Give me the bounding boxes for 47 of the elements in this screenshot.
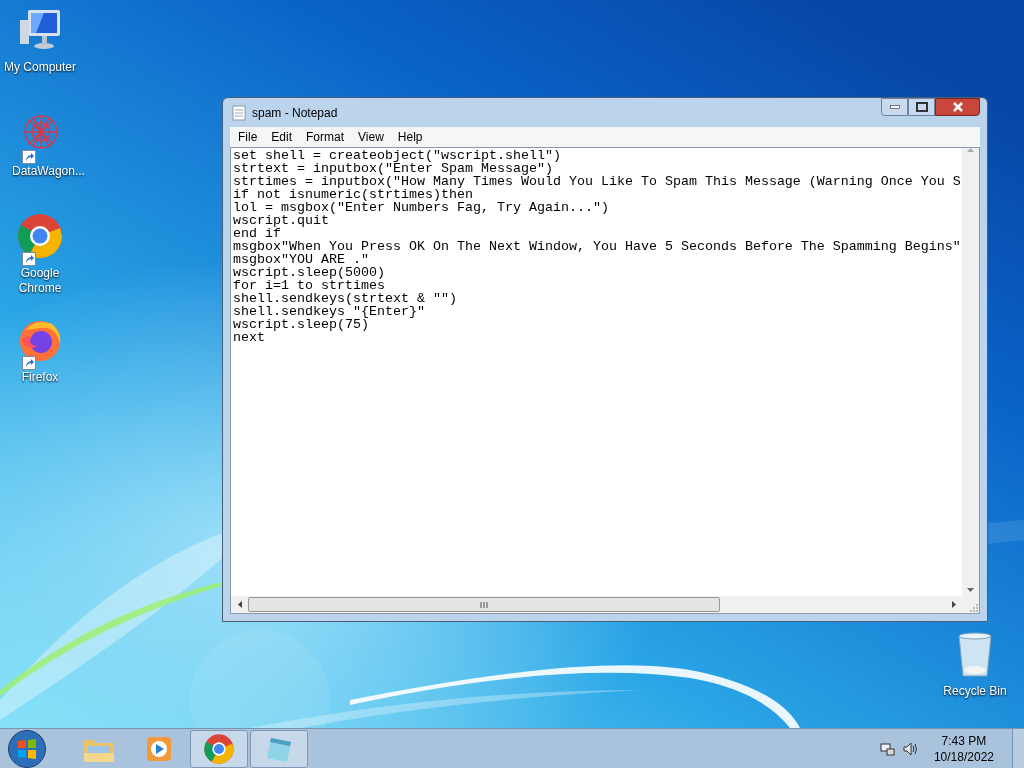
minimize-icon bbox=[889, 105, 900, 109]
taskbar-button[interactable] bbox=[250, 729, 308, 768]
code-line: msgbox"When You Press OK On The Next Window, You Have 5 Seconds Before The Spamming Begins" bbox=[233, 240, 962, 253]
menu-item[interactable]: Edit bbox=[264, 128, 300, 146]
code-line: wscript.sleep(5000) bbox=[233, 266, 386, 279]
minimize-button[interactable] bbox=[881, 98, 908, 116]
code-line: strtimes = inputbox("How Many Times Would You Like To Spam This Message (Warning Once You S bbox=[233, 175, 962, 188]
code-line: shell.sendkeys "{Enter}" bbox=[233, 305, 426, 318]
taskbar-button[interactable] bbox=[190, 729, 248, 768]
right-arrow-icon[interactable] bbox=[951, 601, 956, 608]
menu-item[interactable]: Help bbox=[390, 128, 430, 146]
menu-item[interactable]: View bbox=[351, 128, 391, 146]
down-arrow-icon bbox=[967, 588, 974, 592]
window-title: spam - Notepad bbox=[252, 104, 338, 122]
menu-item[interactable]: File bbox=[231, 128, 265, 146]
left-arrow-icon[interactable] bbox=[237, 601, 242, 608]
code-line: if not isnumeric(strtimes)then bbox=[233, 188, 474, 201]
scrollbar-thumb[interactable] bbox=[248, 597, 720, 612]
maximize-icon bbox=[915, 102, 928, 112]
clock-time[interactable]: 7:43 PM bbox=[941, 732, 987, 749]
code-line: wscript.quit bbox=[233, 214, 329, 227]
horizontal-scrollbar[interactable] bbox=[231, 596, 979, 613]
menu-item[interactable]: Format bbox=[299, 128, 352, 146]
network-icon[interactable] bbox=[879, 740, 896, 757]
volume-icon[interactable] bbox=[901, 740, 918, 757]
code-line: msgbox"YOU ARE ." bbox=[233, 253, 369, 266]
code-line: next bbox=[233, 331, 265, 344]
clock-date[interactable]: 10/18/2022 bbox=[933, 748, 994, 765]
code-line: strtext = inputbox("Enter Spam Message") bbox=[233, 162, 553, 175]
chrome-icon bbox=[16, 212, 64, 260]
code-line: end if bbox=[233, 227, 281, 240]
maximize-button[interactable] bbox=[908, 98, 935, 116]
close-button[interactable] bbox=[935, 98, 980, 116]
notepad-icon bbox=[232, 104, 246, 121]
chrome-icon bbox=[203, 732, 235, 765]
code-line: lol = msgbox("Enter Numbers Fag, Try Again...") bbox=[233, 201, 610, 214]
code-line: set shell = createobject("wscript.shell") bbox=[233, 149, 562, 162]
code-line: wscript.sleep(75) bbox=[233, 318, 369, 331]
close-icon bbox=[952, 102, 963, 112]
desktop-icon[interactable]: My Computer bbox=[0, 6, 80, 75]
start-button[interactable] bbox=[8, 729, 46, 768]
vertical-scrollbar[interactable] bbox=[962, 148, 979, 596]
code-line: for i=1 to strtimes bbox=[233, 279, 386, 292]
windows-logo-icon bbox=[16, 737, 38, 760]
code-line: shell.sendkeys(strtext & "") bbox=[233, 292, 458, 305]
up-arrow-icon bbox=[967, 148, 974, 152]
desktop-icon[interactable]: Recycle Bin bbox=[943, 630, 1007, 700]
